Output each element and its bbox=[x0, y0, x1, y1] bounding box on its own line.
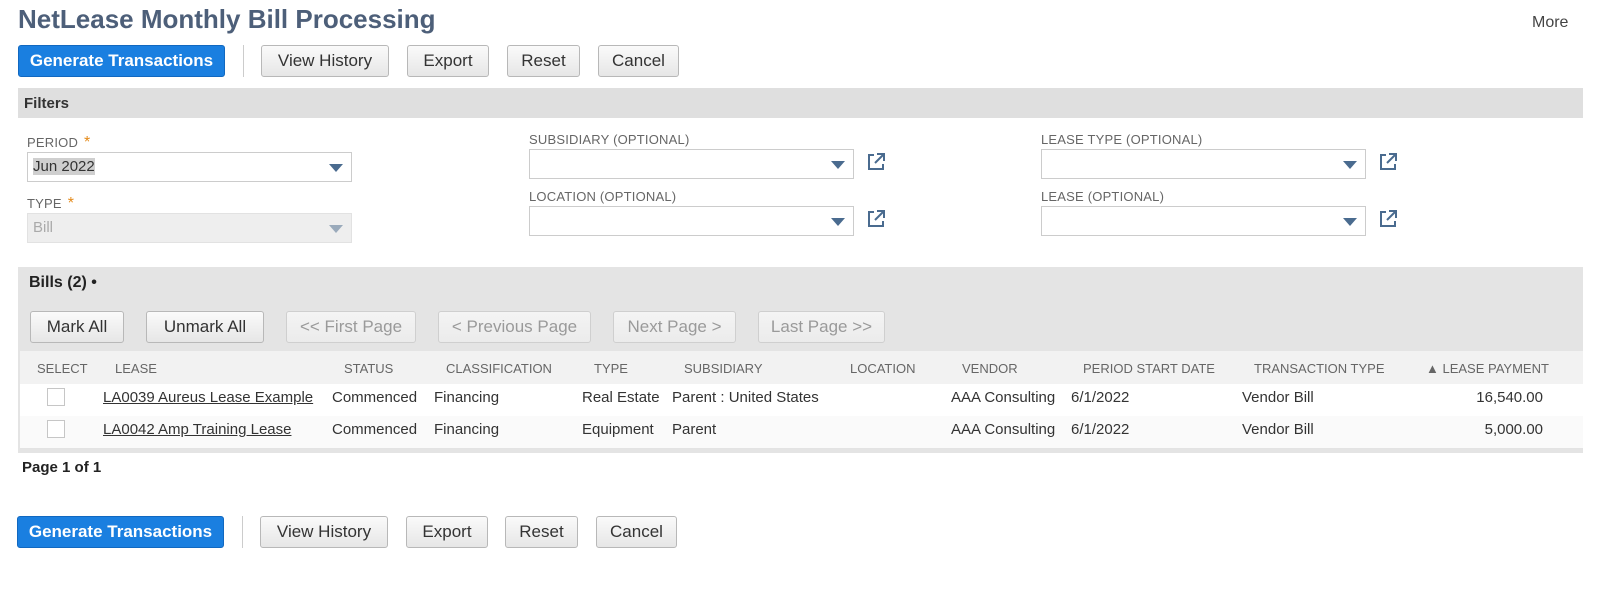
type-cell: Real Estate bbox=[582, 389, 660, 406]
transaction-type-cell: Vendor Bill bbox=[1242, 389, 1314, 406]
export-button[interactable]: Export bbox=[407, 45, 489, 77]
column-header-select[interactable]: SELECT bbox=[37, 361, 88, 376]
reset-button[interactable]: Reset bbox=[505, 516, 578, 548]
next-page-button: Next Page > bbox=[613, 311, 736, 343]
column-header-lease[interactable]: LEASE bbox=[115, 361, 157, 376]
first-page-button: << First Page bbox=[286, 311, 416, 343]
lease-payment-cell: 5,000.00 bbox=[1484, 421, 1543, 438]
bills-title: Bills (2) bbox=[29, 274, 87, 291]
column-header-lease-payment[interactable]: ▲ LEASE PAYMENT bbox=[1426, 361, 1549, 376]
more-menu[interactable]: More bbox=[1532, 14, 1568, 32]
toolbar-divider bbox=[242, 516, 243, 548]
column-header-subsidiary[interactable]: SUBSIDIARY bbox=[684, 361, 763, 376]
column-header-status[interactable]: STATUS bbox=[344, 361, 393, 376]
lease-link[interactable]: LA0042 Amp Training Lease bbox=[103, 421, 291, 438]
lease-link[interactable]: LA0039 Aureus Lease Example bbox=[103, 389, 313, 406]
type-select: Bill bbox=[27, 213, 352, 243]
view-history-button[interactable]: View History bbox=[260, 516, 388, 548]
row-select-checkbox[interactable] bbox=[47, 388, 65, 406]
view-history-button[interactable]: View History bbox=[261, 45, 389, 77]
bills-tab[interactable]: Bills (2) • bbox=[29, 274, 97, 292]
cancel-button[interactable]: Cancel bbox=[598, 45, 679, 77]
required-marker: * bbox=[67, 195, 75, 212]
caret-down-icon bbox=[329, 164, 343, 172]
subsidiary-label: SUBSIDIARY (OPTIONAL) bbox=[529, 132, 690, 147]
reset-button[interactable]: Reset bbox=[507, 45, 580, 77]
vendor-cell: AAA Consulting bbox=[951, 421, 1056, 438]
lease-type-select[interactable] bbox=[1041, 149, 1366, 179]
column-header-classification[interactable]: CLASSIFICATION bbox=[446, 361, 552, 376]
subsidiary-select[interactable] bbox=[529, 149, 854, 179]
page-title: NetLease Monthly Bill Processing bbox=[18, 4, 436, 34]
caret-down-icon bbox=[1343, 161, 1357, 169]
status-cell: Commenced bbox=[332, 389, 418, 406]
vendor-cell: AAA Consulting bbox=[951, 389, 1056, 406]
location-label: LOCATION (OPTIONAL) bbox=[529, 189, 677, 204]
row-select-checkbox[interactable] bbox=[47, 420, 65, 438]
export-button[interactable]: Export bbox=[406, 516, 488, 548]
lease-payment-cell: 16,540.00 bbox=[1476, 389, 1543, 406]
column-header-transaction-type[interactable]: TRANSACTION TYPE bbox=[1254, 361, 1385, 376]
classification-cell: Financing bbox=[434, 421, 500, 438]
type-label: TYPE * bbox=[27, 195, 75, 212]
subsidiary-cell: Parent : United States bbox=[672, 389, 819, 406]
period-select[interactable]: Jun 2022 bbox=[27, 152, 352, 182]
type-cell: Equipment bbox=[582, 421, 654, 438]
lease-type-label: LEASE TYPE (OPTIONAL) bbox=[1041, 132, 1203, 147]
bills-modified-dot: • bbox=[91, 274, 97, 291]
period-label: PERIOD * bbox=[27, 134, 91, 151]
unmark-all-button[interactable]: Unmark All bbox=[146, 311, 264, 343]
status-cell: Commenced bbox=[332, 421, 418, 438]
external-link-icon[interactable] bbox=[865, 208, 887, 230]
type-value: Bill bbox=[33, 219, 54, 236]
generate-transactions-button[interactable]: Generate Transactions bbox=[17, 516, 224, 548]
period-start-cell: 6/1/2022 bbox=[1071, 421, 1130, 438]
required-marker: * bbox=[84, 134, 91, 151]
toolbar-divider bbox=[243, 45, 244, 77]
period-value: Jun 2022 bbox=[33, 158, 95, 175]
lease-label: LEASE (OPTIONAL) bbox=[1041, 189, 1165, 204]
external-link-icon[interactable] bbox=[1377, 208, 1399, 230]
column-header-location[interactable]: LOCATION bbox=[850, 361, 916, 376]
mark-all-button[interactable]: Mark All bbox=[30, 311, 124, 343]
filters-section-bar[interactable] bbox=[18, 88, 1583, 118]
subsidiary-cell: Parent bbox=[672, 421, 717, 438]
caret-down-icon bbox=[831, 218, 845, 226]
column-header-type[interactable]: TYPE bbox=[594, 361, 628, 376]
previous-page-button: < Previous Page bbox=[438, 311, 591, 343]
last-page-button: Last Page >> bbox=[758, 311, 885, 343]
period-start-cell: 6/1/2022 bbox=[1071, 389, 1130, 406]
location-select[interactable] bbox=[529, 206, 854, 236]
classification-cell: Financing bbox=[434, 389, 500, 406]
page-info: Page 1 of 1 bbox=[22, 459, 102, 476]
external-link-icon[interactable] bbox=[1377, 151, 1399, 173]
column-header-vendor[interactable]: VENDOR bbox=[962, 361, 1018, 376]
lease-select[interactable] bbox=[1041, 206, 1366, 236]
generate-transactions-button[interactable]: Generate Transactions bbox=[18, 45, 225, 77]
transaction-type-cell: Vendor Bill bbox=[1242, 421, 1314, 438]
column-header-period-start-date[interactable]: PERIOD START DATE bbox=[1083, 361, 1215, 376]
external-link-icon[interactable] bbox=[865, 151, 887, 173]
filters-header: Filters bbox=[24, 95, 70, 112]
cancel-button[interactable]: Cancel bbox=[596, 516, 677, 548]
caret-down-icon bbox=[831, 161, 845, 169]
caret-down-icon bbox=[329, 225, 343, 233]
caret-down-icon bbox=[1343, 218, 1357, 226]
